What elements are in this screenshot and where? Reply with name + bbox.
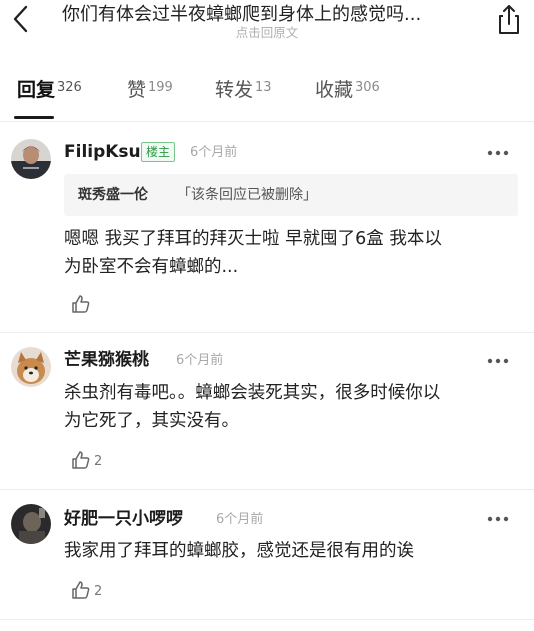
tab-favorites[interactable]: 收藏 306 — [315, 76, 380, 112]
tab-count: 306 — [355, 80, 380, 95]
tab-reposts[interactable]: 转发 13 — [215, 76, 272, 112]
like-count: 2 — [94, 583, 103, 599]
comment-text: 我家用了拜耳的蟑螂胶，感觉还是很有用的诶 — [64, 537, 519, 565]
comment-item: 芒果猕猴桃 6个月前 杀虫剂有毒吧。。蟑螂会装死其实，很多时候你以 为它死了，其… — [0, 333, 534, 490]
comment-line: 杀虫剂有毒吧。。蟑螂会装死其实，很多时候你以 — [64, 383, 441, 403]
username[interactable]: FilipKsu — [64, 141, 141, 163]
top-bar: 你们有体会过半夜蟑螂爬到身体上的感觉吗... 点击回原文 — [0, 0, 534, 50]
thumbs-up-icon — [72, 295, 90, 313]
share-icon[interactable] — [494, 2, 524, 36]
user-avatar[interactable] — [11, 139, 51, 179]
like-button[interactable]: 2 — [70, 449, 102, 471]
comment-text: 嗯嗯 我买了拜耳的拜灭士啦 早就囤了6盒 我本以 为卧室不会有蟑螂的... — [64, 225, 519, 281]
like-button[interactable] — [70, 293, 94, 315]
tab-label: 收藏 — [315, 79, 354, 101]
timestamp: 6个月前 — [176, 353, 224, 368]
like-button[interactable]: 2 — [70, 579, 102, 601]
comment-line: 为卧室不会有蟑螂的... — [64, 257, 239, 277]
comment-text: 杀虫剂有毒吧。。蟑螂会装死其实，很多时候你以 为它死了，其实没有。 — [64, 379, 519, 435]
comment-line: 嗯嗯 我买了拜耳的拜灭士啦 早就囤了6盒 我本以 — [64, 229, 442, 249]
timestamp: 6个月前 — [190, 145, 238, 160]
thumbs-up-icon — [72, 581, 90, 599]
tab-bar: 回复 326 赞 199 转发 13 收藏 306 — [0, 62, 534, 122]
tab-label: 赞 — [127, 79, 147, 101]
comment-item: 好肥一只小啰啰 6个月前 我家用了拜耳的蟑螂胶，感觉还是很有用的诶 2 — [0, 490, 534, 620]
quoted-text: 「该条回应已被删除」 — [177, 187, 317, 203]
comment-line: 我家用了拜耳的蟑螂胶，感觉还是很有用的诶 — [64, 541, 414, 561]
tab-label: 转发 — [215, 79, 254, 101]
tab-label: 回复 — [17, 79, 56, 101]
tab-count: 13 — [255, 80, 272, 95]
back-to-original-link[interactable]: 点击回原文 — [0, 22, 534, 41]
tab-count: 199 — [148, 80, 173, 95]
tab-likes[interactable]: 赞 199 — [127, 76, 173, 112]
username[interactable]: 芒果猕猴桃 — [64, 349, 149, 371]
more-options-icon[interactable] — [486, 357, 510, 365]
comment-line: 为它死了，其实没有。 — [64, 411, 239, 431]
tab-replies[interactable]: 回复 326 — [17, 76, 82, 112]
quoted-reply[interactable]: 斑秀盛一伦 「该条回应已被删除」 — [64, 174, 518, 216]
active-tab-indicator — [14, 116, 54, 119]
timestamp: 6个月前 — [216, 512, 264, 527]
user-avatar[interactable] — [11, 347, 51, 387]
like-count: 2 — [94, 453, 103, 469]
more-options-icon[interactable] — [486, 149, 510, 157]
quoted-username: 斑秀盛一伦 — [78, 187, 148, 203]
username[interactable]: 好肥一只小啰啰 — [64, 508, 183, 530]
more-options-icon[interactable] — [486, 515, 510, 523]
tab-count: 326 — [57, 80, 82, 95]
comment-item: FilipKsu 楼主 6个月前 斑秀盛一伦 「该条回应已被删除」 嗯嗯 我买了… — [0, 125, 534, 333]
thumbs-up-icon — [72, 451, 90, 469]
op-badge: 楼主 — [141, 142, 176, 162]
user-avatar[interactable] — [11, 504, 51, 544]
